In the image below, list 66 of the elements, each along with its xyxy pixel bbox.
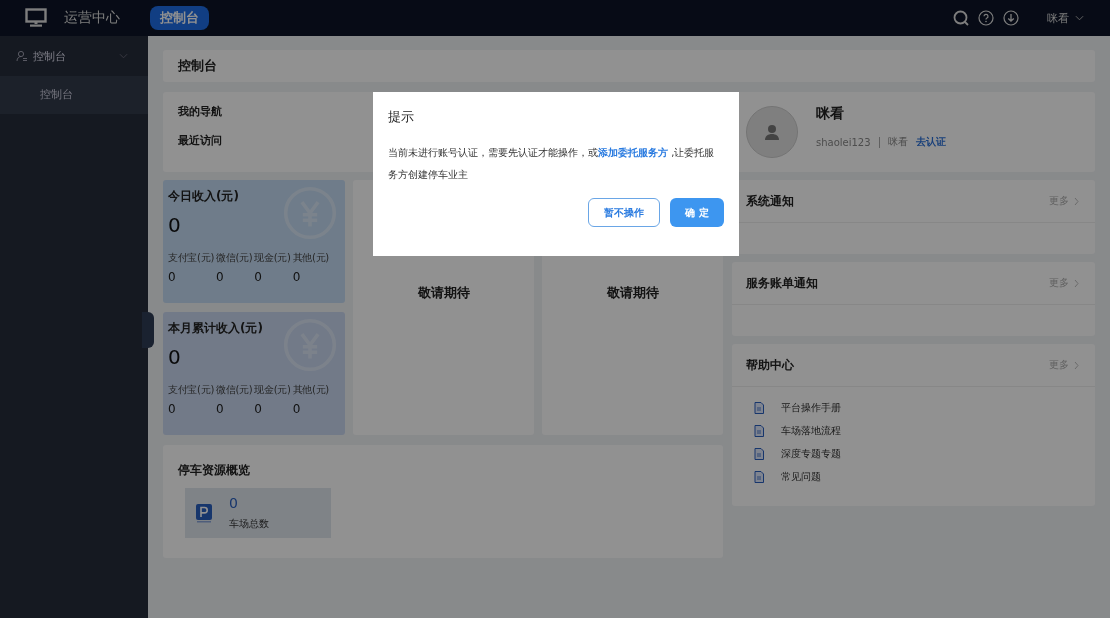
parking-count: 0 xyxy=(229,495,239,511)
account-id: shaolei123 xyxy=(816,136,871,148)
add-agent-link[interactable]: 添加委托服务方 xyxy=(598,147,668,158)
document-icon xyxy=(754,448,764,460)
sidebar-item[interactable]: 控制台 xyxy=(0,36,148,76)
sidebar-label: 控制台 xyxy=(33,48,67,64)
profile-name: 咪看 xyxy=(816,105,845,123)
coming-soon-text: 敬请期待 xyxy=(417,284,470,302)
recent-visits-label: 最近访问 xyxy=(178,133,222,148)
notice-title: 系统通知 xyxy=(746,192,794,210)
help-link[interactable]: 常见问题 xyxy=(781,470,821,484)
payment-label: 微信(元) xyxy=(216,383,253,397)
user-menu[interactable]: 咪看 xyxy=(1041,9,1090,27)
payment-label: 现金(元) xyxy=(254,383,291,397)
chevron-icon xyxy=(1074,278,1079,288)
help-link[interactable]: 深度专题专题 xyxy=(781,447,841,461)
payment-label: 支付宝(元) xyxy=(168,383,214,397)
income-amount: 0 xyxy=(168,345,182,369)
document-icon xyxy=(754,425,764,437)
ok-button[interactable]: 确 定 xyxy=(670,198,724,227)
help-title: 帮助中心 xyxy=(746,356,794,374)
document-icon xyxy=(754,471,764,483)
caret-icon xyxy=(1075,15,1084,21)
payment-value: 0 xyxy=(254,402,263,416)
cancel-button[interactable]: 暂不操作 xyxy=(588,198,660,227)
search-icon[interactable] xyxy=(953,10,969,26)
chevron-icon xyxy=(1074,360,1079,370)
help-link[interactable]: 平台操作手册 xyxy=(781,401,841,415)
payment-label: 其他(元) xyxy=(292,251,329,265)
avatar xyxy=(746,106,798,158)
payment-value: 0 xyxy=(168,402,177,416)
monitor-icon xyxy=(25,8,47,28)
download-icon[interactable] xyxy=(1003,10,1019,26)
payment-value: 0 xyxy=(254,270,263,284)
app-title: 运营中心 xyxy=(64,9,120,27)
notice-title: 服务账单通知 xyxy=(746,274,818,292)
chevron-icon xyxy=(1074,196,1079,206)
nav-title: 我的导航 xyxy=(178,104,222,119)
income-title: 本月累计收入(元) xyxy=(168,320,264,337)
payment-value: 0 xyxy=(216,402,225,416)
document-icon xyxy=(754,402,764,414)
payment-value: 0 xyxy=(292,270,302,284)
parking-label: 车场总数 xyxy=(229,517,269,531)
collapse-handle[interactable] xyxy=(142,312,154,348)
payment-value: 0 xyxy=(168,270,177,284)
dialog-message: 当前未进行账号认证，需要先认证才能操作，或添加委托服务方 ,让委托服务方创建停车业主 xyxy=(388,146,716,182)
payment-value: 0 xyxy=(292,402,302,416)
nickname: 咪看 xyxy=(887,135,908,149)
help-link[interactable]: 车场落地流程 xyxy=(781,424,841,438)
income-amount: 0 xyxy=(168,213,182,237)
page-title: 控制台 xyxy=(163,50,1095,82)
payment-label: 支付宝(元) xyxy=(168,251,214,265)
parking-icon xyxy=(195,503,213,523)
header-tab[interactable]: 控制台 xyxy=(150,6,209,30)
dialog-title: 提示 xyxy=(388,108,415,126)
user-icon xyxy=(16,50,28,62)
payment-label: 其他(元) xyxy=(292,383,329,397)
payment-label: 微信(元) xyxy=(216,251,253,265)
payment-value: 0 xyxy=(216,270,225,284)
income-title: 今日收入(元) xyxy=(168,188,240,205)
payment-label: 现金(元) xyxy=(254,251,291,265)
coming-soon-text: 敬请期待 xyxy=(606,284,659,302)
parking-title: 停车资源概览 xyxy=(178,463,250,477)
sidebar-subitem[interactable]: 控制台 xyxy=(0,76,148,114)
help-icon[interactable] xyxy=(978,10,994,26)
verify-link[interactable]: 去认证 xyxy=(915,135,946,149)
